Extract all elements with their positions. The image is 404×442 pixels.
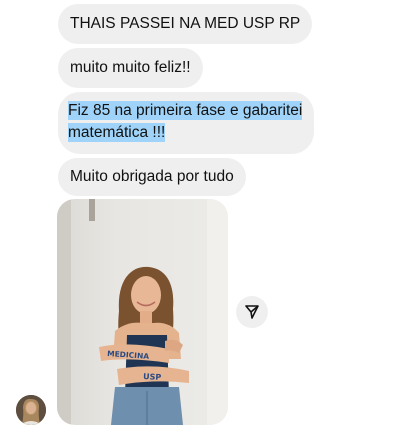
- wall-light: [207, 199, 228, 425]
- message-bubble[interactable]: THAIS PASSEI NA MED USP RP: [58, 4, 313, 44]
- message-bubble[interactable]: Muito obrigada por tudo: [58, 158, 246, 196]
- message-text: THAIS PASSEI NA MED USP RP: [70, 15, 301, 32]
- message-text: muito muito feliz!!: [70, 59, 191, 76]
- message-bubble[interactable]: muito muito feliz!!: [58, 48, 203, 88]
- arm-text-right: USP: [143, 372, 162, 382]
- avatar-image: [16, 395, 46, 425]
- share-icon: [245, 305, 259, 319]
- message-bubble-highlighted[interactable]: Fiz 85 na primeira fase e gabaritei mate…: [58, 92, 315, 154]
- message-line: Fiz 85 na primeira fase e gabaritei: [68, 101, 303, 123]
- photo-message[interactable]: MEDICINA USP: [57, 199, 228, 425]
- message-text: Muito obrigada por tudo: [70, 168, 234, 185]
- photo-illustration: MEDICINA USP: [57, 199, 228, 425]
- message-line: matemática !!!: [68, 123, 302, 145]
- selected-text: matemática !!!: [68, 123, 166, 142]
- wall-edge: [57, 199, 71, 425]
- wall-fixture: [89, 199, 95, 221]
- avatar[interactable]: [16, 395, 46, 425]
- share-button[interactable]: [236, 296, 268, 328]
- selected-text: Fiz 85 na primeira fase e gabaritei: [68, 101, 303, 120]
- top: [125, 335, 169, 395]
- chat-thread: THAIS PASSEI NA MED USP RP muito muito f…: [0, 0, 404, 442]
- face: [131, 276, 161, 314]
